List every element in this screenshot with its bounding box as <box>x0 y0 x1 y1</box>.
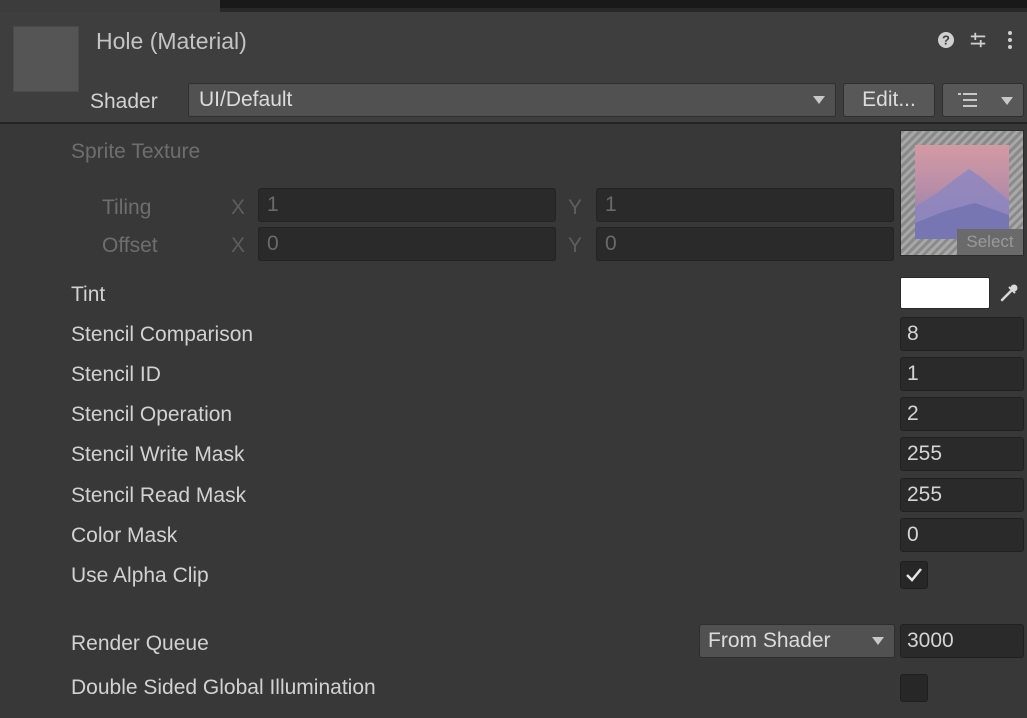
inspector-tab-area <box>0 0 220 12</box>
stencil-id-label: Stencil ID <box>71 363 161 386</box>
use-alpha-clip-label: Use Alpha Clip <box>71 564 209 587</box>
shader-label: Shader <box>90 90 158 113</box>
sprite-texture-slot[interactable]: Select <box>900 130 1024 256</box>
render-queue-mode-value: From Shader <box>708 629 831 652</box>
color-mask-field[interactable]: 0 <box>900 518 1024 552</box>
tiling-label: Tiling <box>102 196 152 219</box>
header-icons: ? <box>937 30 1019 50</box>
svg-text:?: ? <box>942 33 950 48</box>
double-sided-gi-label: Double Sided Global Illumination <box>71 676 376 699</box>
stencil-read-mask-field[interactable]: 255 <box>900 478 1024 512</box>
use-alpha-clip-checkbox[interactable] <box>900 561 928 589</box>
offset-x-axis-label: X <box>231 234 246 257</box>
shader-options-button[interactable] <box>942 83 1024 117</box>
shader-dropdown[interactable]: UI/Default <box>188 83 836 117</box>
chevron-down-icon <box>813 96 825 104</box>
offset-y-field[interactable]: 0 <box>596 227 894 261</box>
tiling-y-field[interactable]: 1 <box>596 188 894 222</box>
texture-select-button[interactable]: Select <box>957 229 1023 255</box>
checkmark-icon <box>906 568 922 582</box>
color-mask-label: Color Mask <box>71 524 178 547</box>
stencil-comparison-field[interactable]: 8 <box>900 317 1024 351</box>
tint-label: Tint <box>71 283 106 306</box>
offset-y-axis-label: Y <box>568 234 583 257</box>
stencil-write-mask-field[interactable]: 255 <box>900 437 1024 471</box>
list-icon <box>958 93 977 107</box>
texture-thumbnail <box>915 145 1009 239</box>
mountain-texture-icon <box>915 169 1009 239</box>
tiling-x-axis-label: X <box>231 196 246 219</box>
material-preview-thumbnail <box>13 26 79 92</box>
material-header: Hole (Material) ? Shader UI/Default Edit… <box>0 12 1027 124</box>
double-sided-gi-checkbox[interactable] <box>900 674 928 702</box>
offset-label: Offset <box>102 234 158 257</box>
stencil-operation-field[interactable]: 2 <box>900 397 1024 431</box>
sprite-texture-label: Sprite Texture <box>71 140 201 163</box>
stencil-id-field[interactable]: 1 <box>900 357 1024 391</box>
help-icon[interactable]: ? <box>937 30 955 50</box>
chevron-down-icon <box>872 637 884 645</box>
render-queue-mode-dropdown[interactable]: From Shader <box>699 624 895 658</box>
offset-x-field[interactable]: 0 <box>258 227 556 261</box>
render-queue-label: Render Queue <box>71 632 209 655</box>
stencil-comparison-label: Stencil Comparison <box>71 323 254 346</box>
tiling-x-field[interactable]: 1 <box>258 188 556 222</box>
chevron-down-icon <box>1001 97 1013 105</box>
material-title: Hole (Material) <box>96 28 247 54</box>
tiling-y-axis-label: Y <box>568 196 583 219</box>
edit-shader-button[interactable]: Edit... <box>843 83 935 117</box>
render-queue-field[interactable]: 3000 <box>900 624 1024 658</box>
material-inspector: Hole (Material) ? Shader UI/Default Edit… <box>0 0 1027 718</box>
more-icon[interactable] <box>1001 30 1019 50</box>
tint-color-field[interactable] <box>900 277 990 309</box>
shader-value: UI/Default <box>199 88 293 111</box>
preset-icon[interactable] <box>969 30 987 50</box>
stencil-read-mask-label: Stencil Read Mask <box>71 484 247 507</box>
stencil-write-mask-label: Stencil Write Mask <box>71 443 245 466</box>
stencil-operation-label: Stencil Operation <box>71 403 233 426</box>
eyedropper-icon[interactable] <box>998 282 1020 310</box>
top-strip <box>0 0 1027 12</box>
tab-bar-background <box>220 0 1027 8</box>
